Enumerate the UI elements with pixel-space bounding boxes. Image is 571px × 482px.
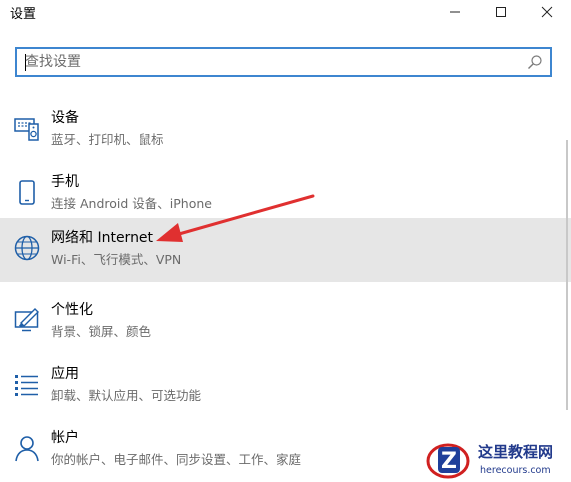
item-description: 连接 Android 设备、iPhone bbox=[51, 196, 212, 211]
item-label: 网络和 Internet bbox=[51, 230, 154, 246]
minimize-icon bbox=[450, 11, 460, 13]
watermark-text: 这里教程网 bbox=[478, 443, 554, 461]
item-label: 应用 bbox=[51, 366, 79, 382]
settings-item-personalization[interactable]: 个性化 背景、锁屏、颜色 bbox=[0, 290, 571, 354]
paint-monitor-icon bbox=[14, 308, 39, 332]
minimize-button[interactable] bbox=[435, 0, 475, 24]
keyboard-speaker-icon bbox=[14, 118, 39, 141]
item-description: 蓝牙、打印机、鼠标 bbox=[51, 132, 164, 147]
app-list-icon bbox=[15, 375, 38, 396]
search-box[interactable] bbox=[15, 47, 552, 77]
settings-item-devices[interactable]: 设备 蓝牙、打印机、鼠标 bbox=[0, 98, 571, 162]
phone-icon bbox=[19, 180, 35, 205]
maximize-icon bbox=[496, 7, 506, 17]
item-label: 个性化 bbox=[51, 302, 93, 318]
item-description: 你的帐户、电子邮件、同步设置、工作、家庭 bbox=[51, 452, 302, 467]
window-title: 设置 bbox=[10, 7, 37, 22]
globe-icon bbox=[14, 235, 40, 261]
item-label: 手机 bbox=[51, 174, 79, 190]
search-input[interactable] bbox=[25, 52, 505, 72]
close-button[interactable] bbox=[527, 0, 567, 24]
watermark-logo-icon: Z bbox=[426, 443, 470, 479]
settings-item-phone[interactable]: 手机 连接 Android 设备、iPhone bbox=[0, 162, 571, 226]
maximize-button[interactable] bbox=[481, 0, 521, 24]
search-icon[interactable] bbox=[527, 54, 543, 70]
watermark-subtext: herecours.com bbox=[480, 465, 551, 476]
item-description: 卸载、默认应用、可选功能 bbox=[51, 388, 202, 403]
item-label: 帐户 bbox=[51, 430, 79, 446]
svg-text:Z: Z bbox=[441, 449, 457, 474]
settings-item-network[interactable]: 网络和 Internet Wi-Fi、飞行模式、VPN bbox=[0, 218, 571, 282]
watermark: Z 这里教程网 herecours.com bbox=[424, 438, 571, 482]
item-label: 设备 bbox=[51, 110, 79, 126]
item-description: 背景、锁屏、颜色 bbox=[51, 324, 152, 339]
close-icon bbox=[541, 6, 553, 18]
settings-item-apps[interactable]: 应用 卸载、默认应用、可选功能 bbox=[0, 354, 571, 418]
scrollbar[interactable] bbox=[566, 140, 568, 410]
person-icon bbox=[15, 436, 39, 462]
item-description: Wi-Fi、飞行模式、VPN bbox=[51, 252, 182, 267]
title-bar: 设置 bbox=[0, 0, 571, 26]
